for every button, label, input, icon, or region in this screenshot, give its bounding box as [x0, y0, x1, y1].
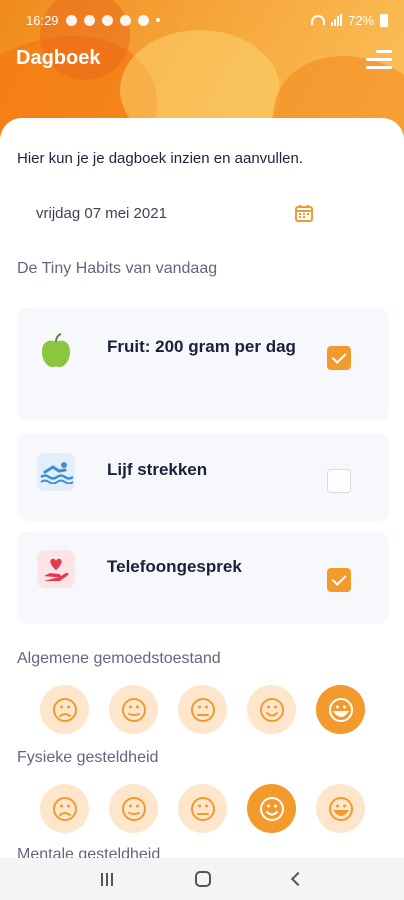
- very-happy-face-icon: [328, 796, 353, 821]
- mood-option[interactable]: [40, 685, 89, 734]
- physical-title: Fysieke gesteldheid: [17, 749, 159, 766]
- habit-checkbox[interactable]: [327, 469, 351, 493]
- mood-option[interactable]: [178, 784, 227, 833]
- battery-icon: [380, 13, 388, 27]
- notification-icon: [101, 14, 113, 26]
- mood-option[interactable]: [40, 784, 89, 833]
- mood-option[interactable]: [247, 784, 296, 833]
- habit-checkbox[interactable]: [327, 346, 351, 370]
- neutral-face-icon: [190, 796, 215, 821]
- habits-title: De Tiny Habits van vandaag: [17, 260, 218, 277]
- habit-card[interactable]: Lijf strekken: [17, 433, 389, 521]
- sync-icon: [137, 14, 149, 26]
- intro-text: Hier kun je je dagboek inzien en aanvull…: [17, 150, 304, 167]
- very-happy-face-icon: [328, 697, 353, 722]
- habit-label: Telefoongesprek: [107, 557, 242, 576]
- happy-face-icon: [259, 697, 284, 722]
- swimmer-icon: [37, 453, 75, 491]
- recent-apps-button[interactable]: [101, 872, 113, 886]
- neutral-face-icon: [190, 697, 215, 722]
- very-sad-face-icon: [52, 697, 77, 722]
- status-bar: 16:29 72%: [0, 0, 404, 40]
- sad-face-icon: [121, 796, 146, 821]
- mood-option[interactable]: [316, 784, 365, 833]
- very-sad-face-icon: [52, 796, 77, 821]
- mood-option[interactable]: [109, 685, 158, 734]
- app-icon: [119, 14, 131, 26]
- date-field[interactable]: vrijdag 07 mei 2021: [36, 205, 167, 222]
- back-button[interactable]: [290, 871, 306, 887]
- more-notifications-icon: [155, 18, 160, 22]
- menu-icon: [376, 50, 392, 53]
- wifi-icon: [310, 15, 325, 25]
- mood-option[interactable]: [247, 685, 296, 734]
- mood-option[interactable]: [109, 784, 158, 833]
- habit-card[interactable]: Telefoongesprek: [17, 532, 389, 624]
- mood-option[interactable]: [178, 685, 227, 734]
- apple-icon: [37, 332, 75, 370]
- mood-selector: [40, 685, 365, 734]
- facebook-icon: [65, 14, 77, 26]
- physical-selector: [40, 784, 365, 833]
- home-button[interactable]: [195, 871, 211, 887]
- battery-percentage: 72%: [347, 12, 374, 28]
- habit-card[interactable]: Fruit: 200 gram per dag: [17, 308, 389, 421]
- mood-option[interactable]: [316, 685, 365, 734]
- habit-label: Fruit: 200 gram per dag: [107, 337, 296, 356]
- status-time: 16:29: [26, 12, 59, 28]
- navigation-bar: [0, 858, 404, 900]
- page-title: Dagboek: [16, 47, 101, 69]
- heart-hand-icon: [37, 550, 75, 588]
- diary-content: Hier kun je je dagboek inzien en aanvull…: [0, 118, 404, 858]
- calendar-icon[interactable]: [294, 203, 314, 223]
- habit-label: Lijf strekken: [107, 460, 208, 479]
- habit-checkbox[interactable]: [327, 568, 351, 592]
- mental-title: Mentale gesteldheid: [17, 846, 161, 858]
- sad-face-icon: [121, 697, 146, 722]
- happy-face-icon: [259, 796, 284, 821]
- signal-icon: [330, 14, 342, 26]
- mood-title: Algemene gemoedstoestand: [17, 650, 221, 667]
- messenger-icon: [83, 14, 95, 26]
- menu-button[interactable]: [364, 48, 392, 72]
